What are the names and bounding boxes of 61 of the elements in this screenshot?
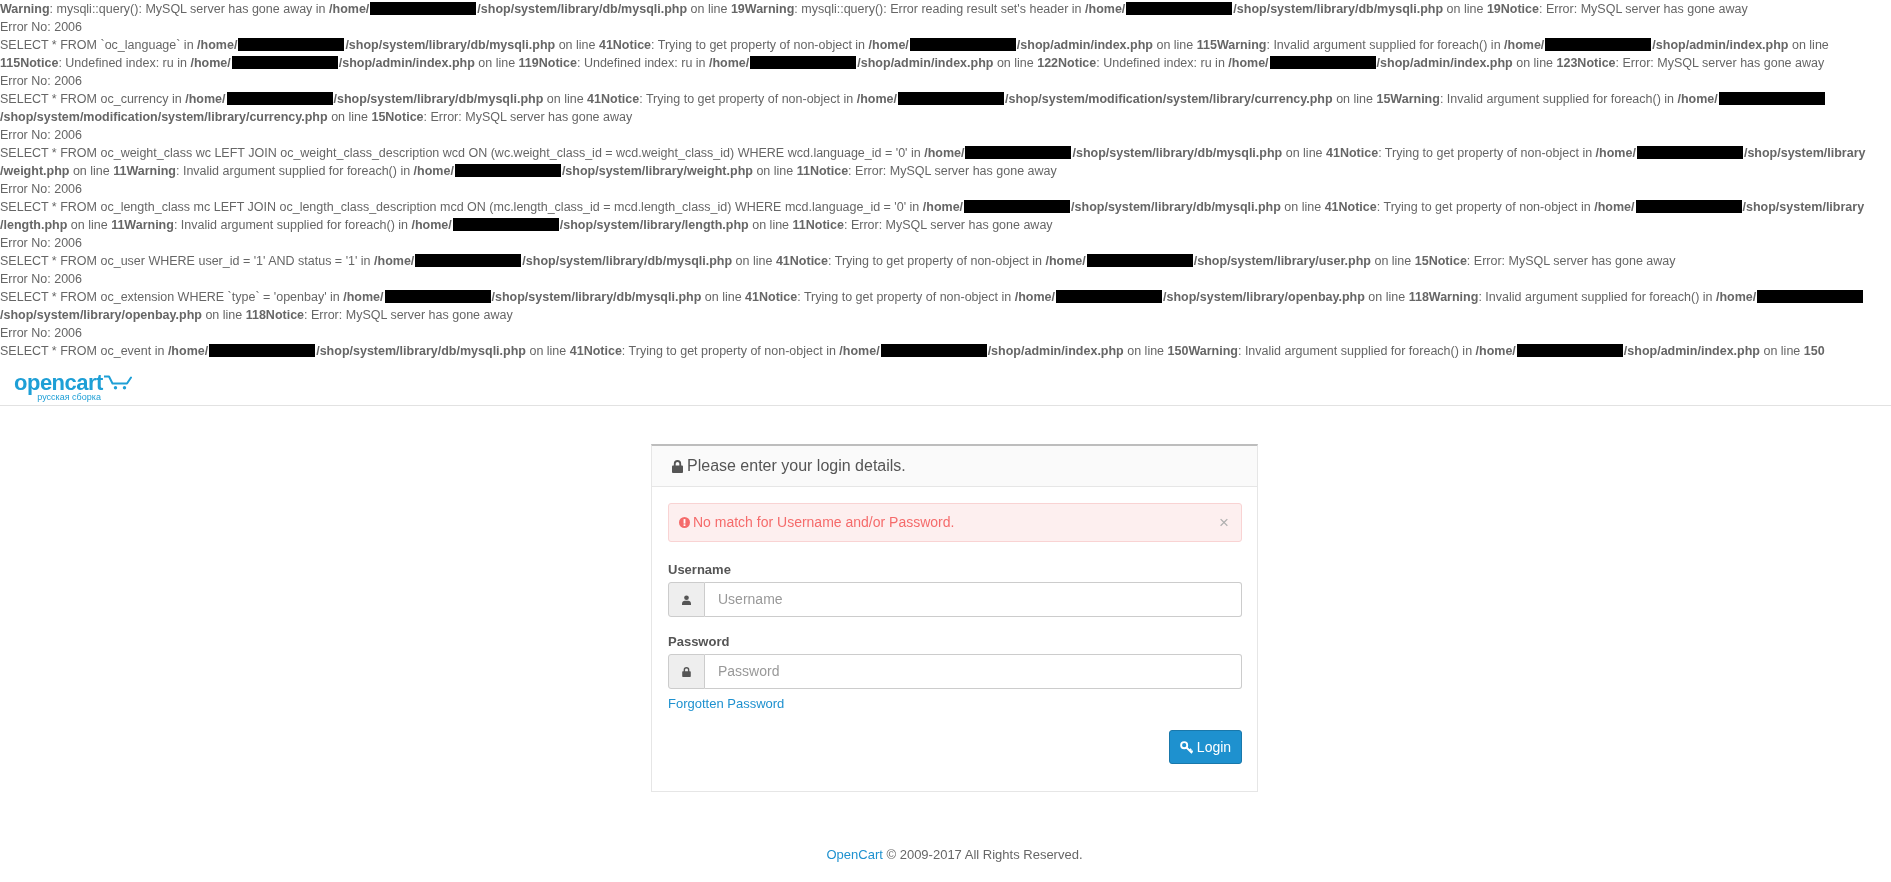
error-log-text: /shop/system/library/db/mysqli.php on line 19Notice: Error: MySQL server has gone away [1233, 2, 1748, 16]
close-button[interactable]: × [1219, 514, 1229, 531]
error-log-text: /shop/system/library/openbay.php on line 118Notice: Error: MySQL server has gone away [0, 308, 513, 322]
error-log-text: /shop/admin/index.php on line 150Warning: Invalid argument supplied for foreach() in /home/ [987, 344, 1516, 358]
error-log-text: Error No: 2006 [0, 74, 82, 88]
login-button[interactable]: Login [1169, 730, 1242, 764]
forgotten-password-link[interactable]: Forgotten Password [668, 695, 785, 713]
error-log-text: SELECT * FROM oc_extension WHERE `type` = 'openbay' in /home/ [0, 290, 384, 304]
error-log-text: /length.php on line 11Warning: Invalid argument supplied for foreach() in /home/ [0, 218, 452, 232]
error-log-text: SELECT * FROM oc_user WHERE user_id = '1' AND status = '1' in /home/ [0, 254, 415, 268]
lock-icon [668, 654, 705, 689]
opencart-link[interactable]: OpenCart [826, 847, 883, 862]
error-log-text: /shop/system/library/length.php on line 11Notice: Error: MySQL server has gone away [559, 218, 1053, 232]
error-log-text: /shop/system/library/db/mysqli.php on line 41Notice: Trying to get property of non-object in /home/ [1071, 200, 1635, 214]
error-log-text: /shop/system/library/openbay.php on line 118Warning: Invalid argument supplied for foreach() in /home/ [1163, 290, 1757, 304]
error-log-text: /shop/system/library/weight.php on line 11Notice: Error: MySQL server has gone away [561, 164, 1057, 178]
error-log-text: /shop/admin/index.php on line 150 [1623, 344, 1825, 358]
cart-icon [103, 375, 132, 390]
error-log-text: /shop/admin/index.php on line [1652, 38, 1829, 52]
user-icon [668, 582, 705, 617]
lock-icon [672, 459, 683, 473]
error-log-text: SELECT * FROM `oc_language` in /home/ [0, 38, 238, 52]
error-log-text: /shop/system/library/db/mysqli.php on line 41Notice: Trying to get property of non-object in /home/ [522, 254, 1086, 268]
error-log-text: /shop/system/library/user.php on line 15Notice: Error: MySQL server has gone away [1193, 254, 1676, 268]
panel-title: Please enter your login details. [687, 456, 906, 476]
error-log-text: Error No: 2006 [0, 182, 82, 196]
error-log-text: 115Notice: Undefined index: ru in /home/ [0, 56, 231, 70]
error-log-text: Error No: 2006 [0, 20, 82, 34]
key-icon [1179, 740, 1193, 754]
error-log-text: /shop/admin/index.php on line 122Notice: Undefined index: ru in /home/ [857, 56, 1269, 70]
error-log-text: Warning: mysqli::query(): MySQL server has gone away in /home/ [0, 2, 370, 16]
error-log-text: /shop/system/modification/system/library/currency.php on line 15Warning: Invalid argument supplied for foreach() in /home/ [1005, 92, 1718, 106]
username-field[interactable]: Username [705, 582, 1242, 617]
error-log-text: Error No: 2006 [0, 326, 82, 340]
error-log-text: /shop/system/library/db/mysqli.php on line 41Notice: Trying to get property of non-object in /home/ [491, 290, 1055, 304]
field-label: Username [668, 561, 732, 578]
error-log-text: SELECT * FROM oc_currency in /home/ [0, 92, 226, 106]
error-log-text: Error No: 2006 [0, 272, 82, 286]
field-label: Password [668, 633, 731, 650]
error-log-text: /shop/system/library/db/mysqli.php on line 41Notice: Trying to get property of non-object in /home/ [1072, 146, 1636, 160]
error-log-text: /shop/system/library/db/mysqli.php on line 41Notice: Trying to get property of non-object in /home/ [316, 344, 880, 358]
error-log-text: SELECT * FROM oc_length_class mc LEFT JOIN oc_length_class_description mcd ON (mc.length_class_id = mcd.length_class_id) WHERE mcd.language_id = '0' in /home/ [0, 200, 964, 214]
error-log-text: /shop/system/library [1742, 200, 1865, 214]
error-log-text: /shop/system/library/db/mysqli.php on line 41Notice: Trying to get property of non-object in /home/ [345, 38, 909, 52]
error-log-text: /shop/system/library [1743, 146, 1866, 160]
error-log-text: /shop/system/library/db/mysqli.php on line 19Warning: mysqli::query(): Error reading result set's header in /home/ [477, 2, 1126, 16]
logo-link[interactable]: opencart русская сборка [14, 374, 132, 402]
error-log-text: SELECT * FROM oc_event in /home/ [0, 344, 209, 358]
error-log-text: /shop/admin/index.php on line 119Notice: Undefined index: ru in /home/ [338, 56, 750, 70]
error-log-text: /shop/system/library/db/mysqli.php on line 41Notice: Trying to get property of non-object in /home/ [333, 92, 897, 106]
error-log-text: /shop/system/modification/system/library/currency.php on line 15Notice: Error: MySQL server has gone away [0, 110, 633, 124]
error-log-text: /weight.php on line 11Warning: Invalid argument supplied for foreach() in /home/ [0, 164, 454, 178]
copyright-text: OpenCart © 2009-2017 All Rights Reserved. [826, 846, 1083, 864]
alert-message: No match for Username and/or Password. [693, 513, 955, 532]
error-log-text: /shop/admin/index.php on line 115Warning: Invalid argument supplied for foreach() in /home/ [1016, 38, 1545, 52]
error-log-text: /shop/admin/index.php on line 123Notice: Error: MySQL server has gone away [1376, 56, 1825, 70]
error-log-text: SELECT * FROM oc_weight_class wc LEFT JOIN oc_weight_class_description wcd ON (wc.weight_class_id = wcd.weight_class_id) WHERE wcd.language_id = '0' in /home/ [0, 146, 965, 160]
alert-icon [679, 517, 690, 528]
error-log-text: Error No: 2006 [0, 128, 82, 142]
password-field[interactable]: Password [705, 654, 1242, 689]
error-log-text: Error No: 2006 [0, 236, 82, 250]
